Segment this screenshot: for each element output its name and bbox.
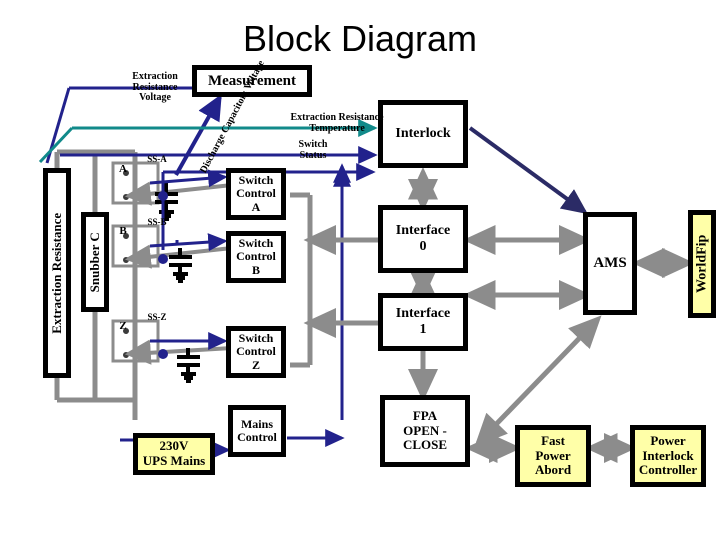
- block-ups-mains-label: 230V UPS Mains: [142, 438, 206, 468]
- label-switch-b: B: [119, 225, 127, 237]
- label-extraction-resistance-temperature: Extraction Resistance Temperature: [290, 112, 384, 134]
- block-fast-power-abord[interactable]: Fast Power Abord: [515, 425, 591, 487]
- label-ss-z: SS-Z: [147, 312, 167, 322]
- block-switch-control-b[interactable]: Switch Control B: [226, 231, 286, 283]
- block-ams[interactable]: AMS: [583, 212, 637, 315]
- block-interface-1-label: Interface 1: [395, 306, 451, 337]
- block-worldfip-label: WorldFip: [694, 234, 710, 294]
- block-mains-control-label: Mains Control: [237, 416, 277, 444]
- page-title: Block Diagram: [242, 18, 478, 59]
- label-ss-a: SS-A: [147, 154, 167, 164]
- block-switch-control-a[interactable]: Switch Control A: [226, 168, 286, 220]
- block-snubber-c-label: Snubber C: [86, 231, 102, 293]
- block-interface-0-label: Interface 0: [395, 223, 451, 254]
- block-power-interlock-controller-label: Power Interlock Controller: [638, 433, 698, 478]
- block-worldfip[interactable]: WorldFip: [688, 210, 716, 318]
- label-switch-status: Switch Status: [298, 139, 328, 161]
- block-interlock[interactable]: Interlock: [378, 100, 468, 168]
- block-interface-1[interactable]: Interface 1: [378, 293, 468, 351]
- block-diagram-canvas: Block Diagram Measurement Interlock Inte…: [0, 0, 720, 540]
- block-ups-mains[interactable]: 230V UPS Mains: [133, 433, 215, 475]
- label-switch-a: A: [119, 163, 127, 175]
- block-fast-power-abord-label: Fast Power Abord: [534, 433, 572, 478]
- block-switch-control-b-label: Switch Control B: [236, 235, 276, 277]
- block-switch-control-a-label: Switch Control A: [236, 172, 276, 214]
- block-extraction-resistance-label: Extraction Resistance: [48, 212, 64, 334]
- block-fpa-open-close-label: FPA OPEN - CLOSE: [402, 408, 448, 453]
- block-mains-control[interactable]: Mains Control: [228, 405, 286, 457]
- block-ams-label: AMS: [593, 255, 627, 272]
- label-extraction-resistance-voltage: Extraction Resistance Voltage: [132, 71, 178, 103]
- block-extraction-resistance[interactable]: Extraction Resistance: [43, 168, 71, 378]
- label-ss-b: SS-B: [147, 217, 167, 227]
- block-power-interlock-controller[interactable]: Power Interlock Controller: [630, 425, 706, 487]
- block-switch-control-z-label: Switch Control Z: [236, 330, 276, 372]
- block-snubber-c[interactable]: Snubber C: [81, 212, 109, 312]
- block-fpa-open-close[interactable]: FPA OPEN - CLOSE: [380, 395, 470, 467]
- block-switch-control-z[interactable]: Switch Control Z: [226, 326, 286, 378]
- label-switch-z: Z: [119, 320, 127, 332]
- block-interface-0[interactable]: Interface 0: [378, 205, 468, 273]
